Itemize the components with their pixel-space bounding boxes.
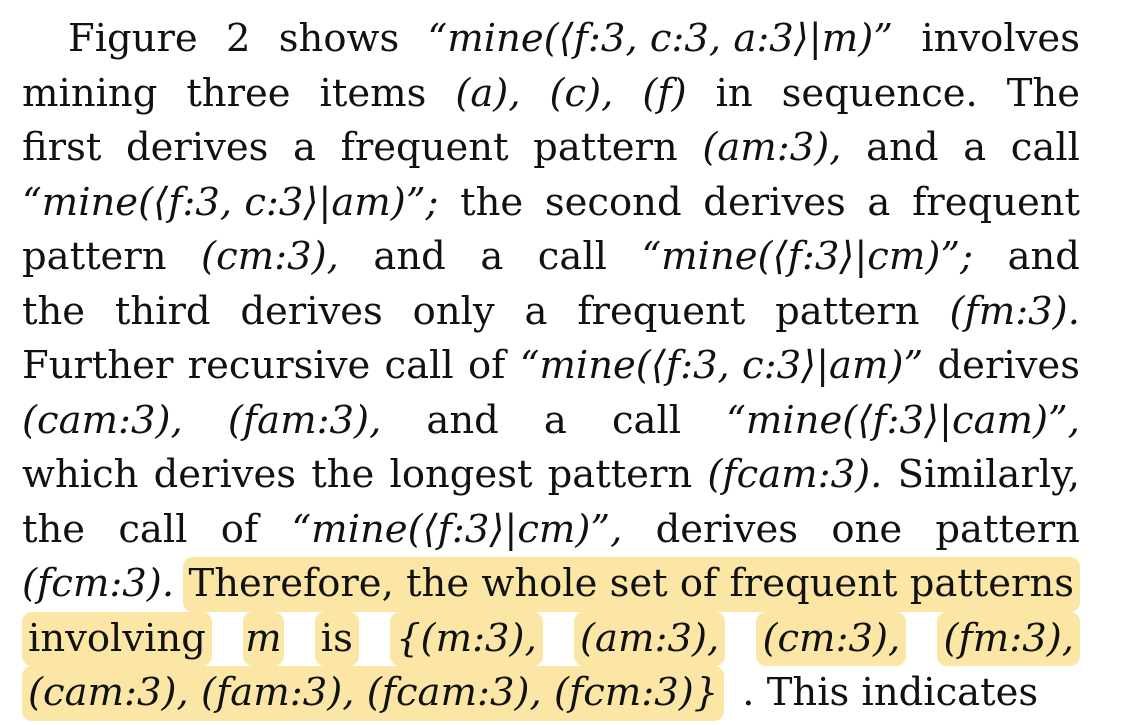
- word: a: [867, 179, 891, 225]
- word: a: [480, 234, 504, 279]
- math-expression: (a),: [455, 70, 521, 116]
- word: pattern: [775, 288, 920, 334]
- word: pattern: [533, 125, 678, 170]
- text-line-11: (fcm:3). Therefore, the whole set of fre…: [22, 557, 1080, 612]
- highlighted-math: (cm:3),: [756, 611, 907, 666]
- word: longest: [389, 452, 533, 497]
- word: three: [186, 70, 291, 116]
- math-expression: (cam:3),: [22, 397, 183, 443]
- word: call: [537, 234, 607, 279]
- word: Figure: [68, 16, 198, 61]
- math-expression: (am:3),: [702, 125, 842, 170]
- math-expression: “mine(⟨f:3⟩|cam)”,: [726, 397, 1080, 443]
- text-line-7: Further recursive call of “mine(⟨f:3, c:…: [22, 339, 1080, 394]
- word: a: [524, 288, 548, 334]
- word: call: [118, 506, 188, 552]
- word: derives: [937, 343, 1080, 388]
- highlighted-math: (cam:3), (fam:3), (fcam:3), (fcm:3)}: [22, 666, 725, 721]
- text-line-6: the third derives only a frequent patter…: [22, 285, 1080, 340]
- word: Similarly,: [897, 452, 1080, 497]
- word: call: [611, 397, 682, 443]
- word: third: [114, 288, 211, 334]
- word: a: [963, 125, 987, 170]
- highlighted-math: m: [243, 611, 284, 666]
- word: Further: [22, 343, 174, 388]
- word: mining: [22, 70, 158, 116]
- word: shows: [278, 16, 400, 61]
- paper-paragraph: Figure 2 shows “mine(⟨f:3, c:3, a:3⟩|m)”…: [22, 12, 1080, 721]
- math-expression: “mine(⟨f:3⟩|cm)”;: [641, 234, 974, 279]
- word: 2: [225, 16, 251, 61]
- word: derives: [240, 288, 383, 334]
- word: derives: [125, 125, 269, 170]
- text-line-1: Figure 2 shows “mine(⟨f:3, c:3, a:3⟩|m)”…: [22, 12, 1080, 67]
- word: which: [22, 452, 139, 497]
- text-line-13: (cam:3), (fam:3), (fcam:3), (fcm:3)} . T…: [22, 666, 1080, 721]
- math-expression: (c),: [549, 70, 614, 116]
- word: frequent: [577, 288, 746, 334]
- highlighted-text: Therefore, the whole set of frequent pat…: [182, 557, 1080, 612]
- math-expression: (fam:3),: [227, 397, 382, 443]
- highlighted-text: is: [314, 611, 359, 666]
- word: derives: [655, 506, 799, 552]
- text-line-5: pattern (cm:3), and a call “mine(⟨f:3⟩|c…: [22, 230, 1080, 285]
- text-line-12: involving m is {(m:3), (am:3), (cm:3), (…: [22, 611, 1080, 666]
- highlighted-math: (am:3),: [574, 611, 726, 666]
- math-expression: (cm:3),: [201, 234, 339, 279]
- text-line-9: which derives the longest pattern (fcam:…: [22, 448, 1080, 503]
- word: first: [22, 125, 102, 170]
- word: a: [543, 397, 567, 443]
- text-line-8: (cam:3), (fam:3), and a call “mine(⟨f:3⟩…: [22, 394, 1080, 449]
- word: and: [373, 234, 446, 279]
- math-expression: (fcm:3).: [22, 561, 175, 606]
- word: derives: [703, 179, 846, 225]
- word: recursive: [187, 343, 371, 388]
- word: and: [1007, 234, 1080, 279]
- text-line-3: first derives a frequent pattern (am:3),…: [22, 121, 1080, 176]
- word: only: [412, 288, 495, 334]
- word: the: [22, 288, 86, 334]
- word: the: [22, 506, 86, 552]
- word: and: [866, 125, 939, 170]
- word: the: [460, 179, 524, 225]
- word: pattern: [547, 452, 693, 497]
- word: involves: [921, 16, 1080, 61]
- word: The: [1006, 70, 1080, 116]
- math-expression: “mine(⟨f:3⟩|cm)”,: [291, 506, 623, 552]
- word: the: [311, 452, 375, 497]
- word: a: [293, 125, 316, 170]
- word: frequent: [340, 125, 509, 170]
- text-line-2: mining three items (a), (c), (f) in sequ…: [22, 67, 1080, 122]
- highlighted-math: {(m:3),: [390, 611, 543, 666]
- highlighted-math: (fm:3),: [937, 611, 1080, 666]
- word: pattern: [22, 234, 167, 279]
- word: second: [544, 179, 682, 225]
- word: and: [426, 397, 499, 443]
- text-line-4: “mine(⟨f:3, c:3⟩|am)”; the second derive…: [22, 176, 1080, 231]
- word: call: [384, 343, 454, 388]
- math-expression: (fcam:3).: [707, 452, 883, 497]
- word: call: [1010, 125, 1080, 170]
- word: pattern: [935, 506, 1080, 552]
- word: sequence.: [781, 70, 978, 116]
- word: one: [831, 506, 903, 552]
- math-expression: “mine(⟨f:3, c:3, a:3⟩|m)”: [427, 16, 893, 61]
- math-expression: “mine(⟨f:3, c:3⟩|am)”;: [22, 179, 439, 225]
- highlighted-text: involving: [22, 611, 212, 666]
- word: of: [220, 506, 259, 552]
- math-expression: “mine(⟨f:3, c:3⟩|am)”: [519, 343, 924, 388]
- word: . This indicates: [742, 670, 1039, 715]
- math-expression: (fm:3).: [949, 288, 1080, 334]
- word: of: [467, 343, 506, 388]
- text-line-10: the call of “mine(⟨f:3⟩|cm)”, derives on…: [22, 503, 1080, 558]
- word: items: [319, 70, 427, 116]
- word: frequent: [912, 179, 1080, 225]
- word: derives: [153, 452, 297, 497]
- word: in: [715, 70, 753, 116]
- math-expression: (f): [642, 70, 687, 116]
